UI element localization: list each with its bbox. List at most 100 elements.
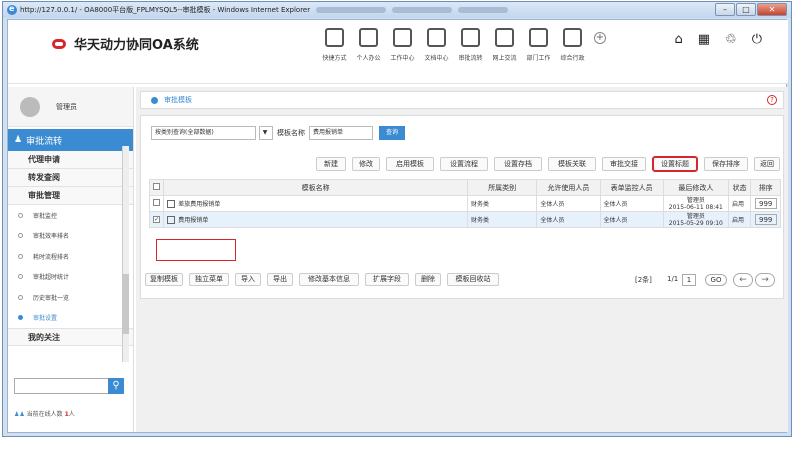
enable-template-button[interactable]: 启用模板 <box>386 157 434 171</box>
set-title-button[interactable]: 设置标题 <box>652 156 698 172</box>
col-allowed[interactable]: 允许使用人员 <box>536 179 601 196</box>
power-icon[interactable]: ⏻ <box>752 32 762 47</box>
handover-button[interactable]: 审批交接 <box>602 157 646 171</box>
sidebar-subitem[interactable]: 审批超时统计 <box>8 267 133 288</box>
section-label: 审批流转 <box>26 136 63 147</box>
template-link-button[interactable]: 模板关联 <box>548 157 596 171</box>
sidebar-subitem-active[interactable]: 审批设置 <box>8 308 133 329</box>
blurred-tab <box>458 7 509 13</box>
independent-menu-button[interactable]: 独立菜单 <box>189 273 229 286</box>
subitem-label: 耗时流程排名 <box>33 253 70 261</box>
export-button[interactable]: 导出 <box>267 273 293 286</box>
prev-page-icon[interactable]: ← <box>733 273 753 287</box>
query-button[interactable]: 查询 <box>379 126 405 140</box>
nav-approval[interactable]: 审批流转 <box>454 28 487 62</box>
extend-fields-button[interactable]: 扩展字段 <box>365 273 409 286</box>
select-all-checkbox[interactable] <box>148 179 165 196</box>
filter-bar: 按类别查询(全部数据) ▼ 模板名称 费用报销单 查询 <box>151 126 405 140</box>
grid-icon[interactable]: ▦ <box>698 32 710 47</box>
sidebar-search-input[interactable]: ⚲ <box>14 378 124 394</box>
template-name[interactable]: 费用报销单 <box>178 217 208 224</box>
subitem-label: 审批超时统计 <box>33 274 70 282</box>
sidebar-subitem[interactable]: 耗时流程排名 <box>8 246 133 267</box>
dot-icon <box>18 253 23 259</box>
copy-template-button[interactable]: 复制模板 <box>145 273 183 286</box>
maximize-button[interactable]: □ <box>736 3 756 16</box>
dot-icon <box>18 315 23 321</box>
sidebar-item-proxy[interactable]: 代理申请 <box>8 151 133 169</box>
sidebar-subitem[interactable]: 审批效率排名 <box>8 226 133 247</box>
select-arrow[interactable]: ▼ <box>259 126 273 140</box>
go-button[interactable]: GO <box>705 274 727 286</box>
close-button[interactable]: ✕ <box>757 3 787 16</box>
col-modifier[interactable]: 最后修改人 <box>662 179 729 196</box>
online-count: ♟♟ 当前在线人数 1人 <box>14 409 75 418</box>
home-icon[interactable]: ⌂ <box>674 32 682 47</box>
sidebar-subitem[interactable]: 历史审批一览 <box>8 287 133 308</box>
col-template-name[interactable]: 模板名称 <box>163 179 469 196</box>
page-indicator: 1/1 <box>667 275 679 283</box>
blurred-tab <box>316 7 387 13</box>
add-icon[interactable]: + <box>594 32 606 44</box>
order-input[interactable]: 999 <box>754 198 777 209</box>
category-select[interactable]: 按类别查询(全部数据) <box>151 126 256 140</box>
nav-label: 工作中心 <box>390 55 415 62</box>
monitor-cell: 全体人员 <box>599 195 664 212</box>
next-page-icon[interactable]: → <box>755 273 775 287</box>
nav-department[interactable]: 部门工作 <box>522 28 555 62</box>
col-category[interactable]: 所属类别 <box>467 179 538 196</box>
sidebar-item-attention[interactable]: 我的关注 <box>8 328 133 346</box>
sidebar-subitem[interactable]: 审批监控 <box>8 205 133 226</box>
category-select-value: 按类别查询(全部数据) <box>155 129 214 136</box>
flow-icon <box>461 28 480 47</box>
import-button[interactable]: 导入 <box>235 273 261 286</box>
edit-button[interactable]: 修改 <box>352 157 380 171</box>
bullet-icon <box>151 96 158 104</box>
col-monitor[interactable]: 表单监控人员 <box>599 179 664 196</box>
table-row[interactable]: ✓ 费用报销单 财务类 全体人员 全体人员 管理员 2015-05-29 09:1… <box>148 211 781 228</box>
nav-document-center[interactable]: 文档中心 <box>420 28 453 62</box>
col-order[interactable]: 排序 <box>750 179 781 196</box>
modified-date: 2015-05-29 09:10 <box>668 219 723 227</box>
scrollbar-thumb[interactable] <box>122 274 129 334</box>
nav-admin[interactable]: 综合行政 <box>556 28 589 62</box>
table-row[interactable]: 差旅费用报销单 财务类 全体人员 全体人员 管理员 2015-06-11 08:4… <box>148 195 781 212</box>
new-button[interactable]: 新建 <box>316 157 346 171</box>
nav-label: 部门工作 <box>526 55 551 62</box>
sidebar-item-manage[interactable]: 审批管理 <box>8 187 133 205</box>
modifier-name: 管理员 <box>686 196 705 204</box>
edit-basic-info-button[interactable]: 修改基本信息 <box>299 273 359 286</box>
search-icon[interactable]: ⚲ <box>108 378 124 394</box>
sidebar-section-approval[interactable]: ♟ 审批流转 <box>8 129 133 151</box>
set-flow-button[interactable]: 设置流程 <box>440 157 488 171</box>
row-checkbox[interactable]: ✓ <box>153 216 161 223</box>
save-order-button[interactable]: 保存排序 <box>704 157 748 171</box>
nav-work-center[interactable]: 工作中心 <box>386 28 419 62</box>
back-button[interactable]: 返回 <box>754 157 780 171</box>
recycle-bin-button[interactable]: 模板回收站 <box>447 273 499 286</box>
nav-personal[interactable]: 个人办公 <box>352 28 385 62</box>
delete-button[interactable]: 删除 <box>415 273 441 286</box>
chevron-down-icon: ▼ <box>262 129 268 136</box>
nav-communication[interactable]: 网上交流 <box>488 28 521 62</box>
col-status[interactable]: 状态 <box>727 179 752 196</box>
nav-label: 综合行政 <box>560 55 585 62</box>
set-archive-button[interactable]: 设置存档 <box>494 157 542 171</box>
allowed-cell: 全体人员 <box>536 195 601 212</box>
bottom-bar: 复制模板 独立菜单 导入 导出 修改基本信息 扩展字段 删除 模板回收站 [2条… <box>145 273 781 289</box>
minimize-button[interactable]: – <box>715 3 735 16</box>
order-input[interactable]: 999 <box>754 214 777 225</box>
page-input[interactable]: 1 <box>682 274 696 286</box>
help-icon[interactable]: ? <box>767 95 777 105</box>
sidebar-item-forward[interactable]: 转发查阅 <box>8 169 133 187</box>
template-name[interactable]: 差旅费用报销单 <box>178 201 220 208</box>
app-header: 华天动力协同OA系统 快捷方式 个人办公 工作中心 文档中心 审批流转 网上交流… <box>8 20 788 84</box>
row-checkbox[interactable] <box>153 199 161 206</box>
template-table: 模板名称 所属类别 允许使用人员 表单监控人员 最后修改人 状态 排序 差旅费用… <box>148 179 781 228</box>
table-header-row: 模板名称 所属类别 允许使用人员 表单监控人员 最后修改人 状态 排序 <box>148 179 781 196</box>
nav-shortcut[interactable]: 快捷方式 <box>318 28 351 62</box>
name-label: 模板名称 <box>277 129 305 137</box>
send-icon <box>325 28 344 47</box>
template-name-input[interactable]: 费用报销单 <box>309 126 373 140</box>
skin-icon[interactable]: ♲ <box>725 32 737 47</box>
